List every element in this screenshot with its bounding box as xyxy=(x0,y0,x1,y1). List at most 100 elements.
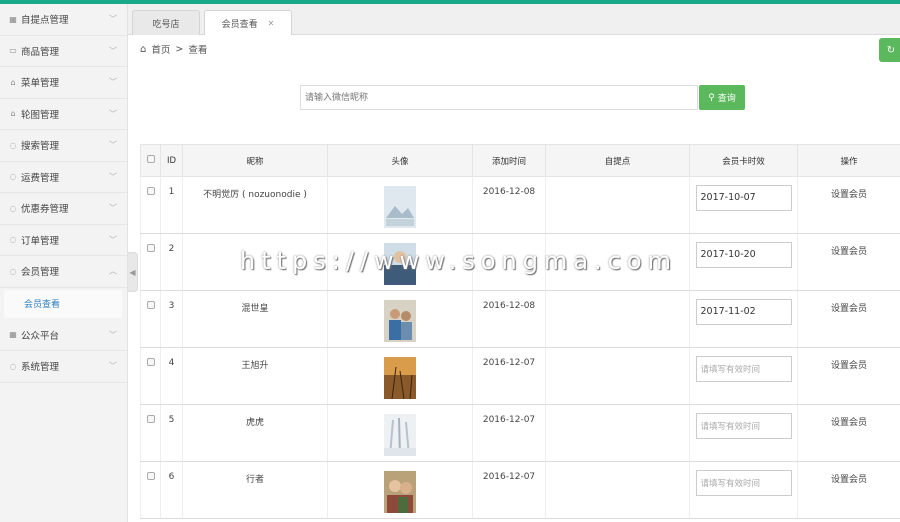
cell-id: 3 xyxy=(160,290,183,348)
sidebar-item-label: 搜索管理 xyxy=(21,141,60,153)
member-table: ID 昵称 头像 添加时间 自提点 会员卡时效 操作 1 不明觉厉 ( nozu… xyxy=(140,144,900,519)
chevron-down-icon: ﹀ xyxy=(109,140,117,150)
sidebar-item-products[interactable]: ▭ 商品管理 ﹀ xyxy=(0,36,127,67)
sidebar-subitem-member-view[interactable]: 会员查看 xyxy=(4,289,122,318)
circle-icon: ◌ xyxy=(9,140,17,150)
set-member-link[interactable]: 设置会员 xyxy=(831,247,867,257)
sidebar-item-menus[interactable]: ⌂ 菜单管理 ﹀ xyxy=(0,67,127,99)
cell-added-time: 2016-12-08 xyxy=(472,290,546,348)
tab-member-view[interactable]: 会员查看 ✕ xyxy=(204,10,292,35)
sidebar-item-label: 公众平台 xyxy=(21,330,60,342)
set-member-link[interactable]: 设置会员 xyxy=(831,418,867,428)
set-member-link[interactable]: 设置会员 xyxy=(831,475,867,485)
circle-icon: ◌ xyxy=(9,172,17,182)
circle-icon: ◌ xyxy=(9,266,17,276)
card-icon: ▭ xyxy=(9,46,17,56)
set-member-link[interactable]: 设置会员 xyxy=(831,361,867,371)
cell-pickup-point xyxy=(545,461,690,519)
table-row: 3 混世皇 2016-12-08 2017-11-02 设置会员 xyxy=(140,290,900,348)
chevron-down-icon: ﹀ xyxy=(109,330,117,340)
avatar xyxy=(384,471,416,513)
chevron-down-icon: ﹀ xyxy=(109,109,117,119)
set-member-link[interactable]: 设置会员 xyxy=(831,190,867,200)
chevron-down-icon: ﹀ xyxy=(109,203,117,213)
cell-nickname: 混世皇 xyxy=(182,290,328,348)
cell-card-expiry: 请填写有效时间 xyxy=(689,404,798,462)
refresh-button[interactable]: ↻ xyxy=(879,38,900,62)
cell-added-time: 2016-12-07 xyxy=(472,461,546,519)
chevron-left-icon: ◀ xyxy=(129,267,136,277)
search-input[interactable] xyxy=(300,85,698,110)
set-member-link[interactable]: 设置会员 xyxy=(831,304,867,314)
cell-card-expiry: 请填写有效时间 xyxy=(689,347,798,405)
sidebar-collapse-handle[interactable]: ◀ xyxy=(128,252,138,292)
table-row: 1 不明觉厉 ( nozuonodie ) 2016-12-08 2017-10… xyxy=(140,176,900,234)
row-checkbox[interactable] xyxy=(140,347,161,405)
card-expiry-input[interactable]: 请填写有效时间 xyxy=(695,413,792,439)
cell-card-expiry: 2017-10-07 xyxy=(689,176,798,234)
breadcrumb-separator: > xyxy=(175,43,184,55)
card-expiry-input[interactable]: 请填写有效时间 xyxy=(695,470,792,496)
search-button[interactable]: ⚲ 查询 xyxy=(699,85,745,110)
breadcrumb: ⌂ 首页 > 查看 xyxy=(140,42,207,57)
cell-nickname: 王旭升 xyxy=(182,347,328,405)
card-expiry-input[interactable]: 2017-11-02 xyxy=(695,299,792,325)
cell-card-expiry: 2017-11-02 xyxy=(689,290,798,348)
column-header-added-time: 添加时间 xyxy=(472,144,546,177)
select-all-checkbox[interactable] xyxy=(140,144,161,177)
sidebar: ▦ 自提点管理 ﹀ ▭ 商品管理 ﹀ ⌂ 菜单管理 ﹀ ⌂ 轮图管理 ﹀ ◌ 搜… xyxy=(0,4,128,522)
tab-label: 吃号店 xyxy=(152,19,180,30)
chevron-down-icon: ﹀ xyxy=(109,235,117,245)
cell-actions: 设置会员 xyxy=(797,176,900,234)
table-row: 6 行者 2016-12-07 请填写有效时间 设置会员 xyxy=(140,461,900,519)
cell-avatar xyxy=(327,461,473,519)
row-checkbox[interactable] xyxy=(140,290,161,348)
sidebar-item-carousel[interactable]: ⌂ 轮图管理 ﹀ xyxy=(0,99,127,130)
row-checkbox[interactable] xyxy=(140,233,161,291)
column-header-avatar: 头像 xyxy=(327,144,473,177)
table-row: 4 王旭升 2016-12-07 请填写有效时间 设置会员 xyxy=(140,347,900,405)
tab-shop[interactable]: 吃号店 xyxy=(132,10,200,35)
sidebar-item-members[interactable]: ◌ 会员管理 ︿ xyxy=(0,256,127,288)
sidebar-item-label: 轮图管理 xyxy=(21,109,60,121)
cell-id: 2 xyxy=(160,233,183,291)
column-header-nickname: 昵称 xyxy=(182,144,328,177)
chevron-down-icon: ﹀ xyxy=(109,46,117,56)
breadcrumb-home[interactable]: 首页 xyxy=(151,42,170,56)
column-header-pickup-point: 自提点 xyxy=(545,144,690,177)
card-expiry-input[interactable]: 2017-10-07 xyxy=(695,185,792,211)
sidebar-item-search[interactable]: ◌ 搜索管理 ﹀ xyxy=(0,130,127,162)
tab-bar: 吃号店 会员查看 ✕ xyxy=(128,4,900,35)
sidebar-item-label: 商品管理 xyxy=(21,46,60,58)
cell-actions: 设置会员 xyxy=(797,404,900,462)
sidebar-item-system[interactable]: ◌ 系统管理 ﹀ xyxy=(0,351,127,383)
watermark-text: https://www.songma.com xyxy=(240,247,677,275)
sidebar-item-label: 菜单管理 xyxy=(21,78,60,90)
close-icon[interactable]: ✕ xyxy=(268,19,275,28)
sidebar-item-shipping[interactable]: ◌ 运费管理 ﹀ xyxy=(0,162,127,193)
card-expiry-input[interactable]: 请填写有效时间 xyxy=(695,356,792,382)
home-icon: ⌂ xyxy=(140,43,147,55)
cell-actions: 设置会员 xyxy=(797,290,900,348)
sidebar-item-pickup-points[interactable]: ▦ 自提点管理 ﹀ xyxy=(0,4,127,36)
column-header-actions: 操作 xyxy=(797,144,900,177)
avatar xyxy=(384,186,416,228)
sidebar-item-public-platform[interactable]: ▦ 公众平台 ﹀ xyxy=(0,320,127,351)
card-expiry-input[interactable]: 2017-10-20 xyxy=(695,242,792,268)
chevron-down-icon: ﹀ xyxy=(109,77,117,87)
sidebar-item-orders[interactable]: ◌ 订单管理 ﹀ xyxy=(0,225,127,256)
sidebar-item-label: 自提点管理 xyxy=(21,15,69,27)
chevron-down-icon: ﹀ xyxy=(109,361,117,371)
avatar xyxy=(384,414,416,456)
cell-card-expiry: 2017-10-20 xyxy=(689,233,798,291)
table-row: 5 虎虎 2016-12-07 请填写有效时间 设置会员 xyxy=(140,404,900,462)
cell-nickname: 行者 xyxy=(182,461,328,519)
cell-actions: 设置会员 xyxy=(797,233,900,291)
sidebar-item-label: 订单管理 xyxy=(21,235,60,247)
row-checkbox[interactable] xyxy=(140,404,161,462)
row-checkbox[interactable] xyxy=(140,176,161,234)
sidebar-item-coupons[interactable]: ◌ 优惠券管理 ﹀ xyxy=(0,193,127,225)
home-icon: ⌂ xyxy=(10,77,16,87)
row-checkbox[interactable] xyxy=(140,461,161,519)
refresh-icon: ↻ xyxy=(886,44,896,56)
